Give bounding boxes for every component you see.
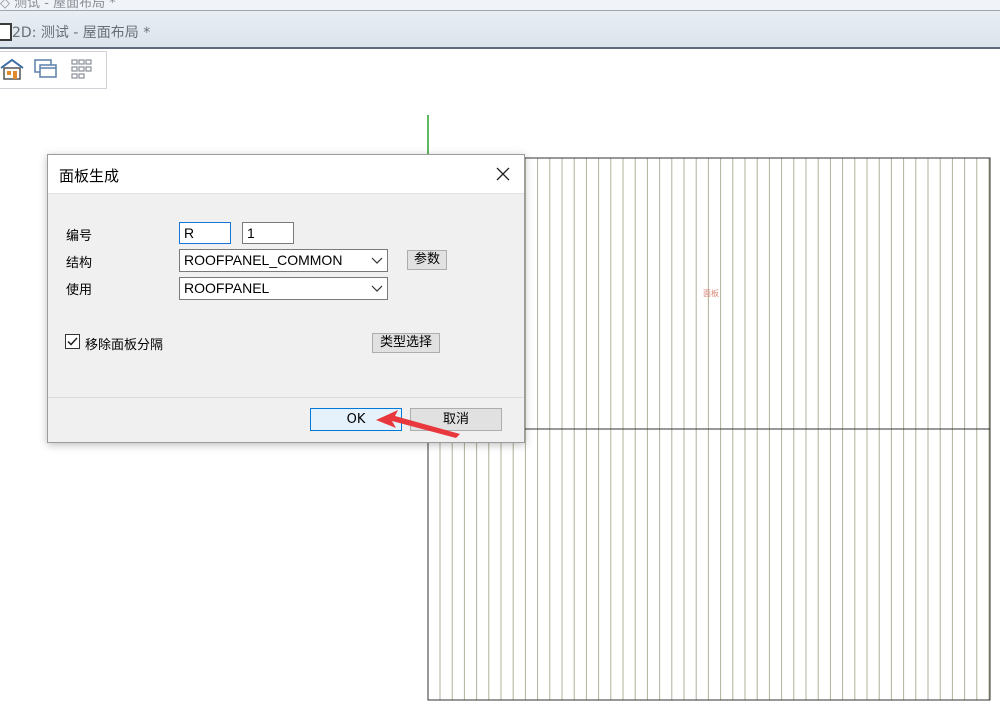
number-prefix-field[interactable]: R	[179, 222, 231, 244]
document-tab-title: 2D: 测试 - 屋面布局 *	[12, 25, 151, 41]
usage-label: 使用	[66, 283, 93, 298]
roof-lower-outline	[427, 428, 991, 701]
home-icon[interactable]	[0, 58, 24, 80]
structure-select-value: ROOFPANEL_COMMON	[184, 252, 343, 268]
close-icon	[496, 167, 510, 181]
grid-icon[interactable]	[70, 58, 94, 80]
chevron-down-icon	[371, 285, 383, 292]
window-icon[interactable]	[34, 58, 58, 80]
outer-window-title: ◇ 测试 - 屋面布局 *	[0, 0, 116, 11]
chevron-down-icon	[371, 257, 383, 264]
structure-label: 结构	[66, 256, 93, 271]
remove-gap-label[interactable]: 移除面板分隔	[85, 334, 163, 353]
usage-select[interactable]: ROOFPANEL	[179, 277, 388, 300]
type-select-button[interactable]: 类型选择	[372, 333, 440, 353]
ok-button[interactable]: OK	[310, 408, 402, 431]
usage-select-value: ROOFPANEL	[184, 280, 270, 296]
params-button[interactable]: 参数	[407, 250, 447, 270]
number-value-field[interactable]: 1	[242, 222, 294, 244]
remove-gap-checkbox[interactable]	[65, 334, 80, 349]
dialog-title-bar[interactable]: 面板生成	[48, 155, 524, 194]
outer-window-title-strip: ◇ 测试 - 屋面布局 *	[0, 0, 1000, 11]
checkmark-icon	[67, 337, 78, 346]
structure-select[interactable]: ROOFPANEL_COMMON	[179, 249, 388, 272]
panel-generation-dialog: 面板生成 编号 R 1 结构 ROOFPANEL_COMMON 参数 使用 RO…	[47, 154, 525, 443]
dialog-title: 面板生成	[59, 167, 120, 185]
panel-marker-label: 面板	[703, 288, 719, 298]
view-toolbar	[0, 51, 107, 89]
document-tab[interactable]: 2D: 测试 - 屋面布局 *	[0, 11, 1000, 49]
number-label: 编号	[66, 229, 93, 244]
dialog-separator	[48, 397, 524, 398]
document-icon	[0, 23, 12, 41]
close-button[interactable]	[482, 155, 524, 193]
cancel-button[interactable]: 取消	[410, 408, 502, 431]
